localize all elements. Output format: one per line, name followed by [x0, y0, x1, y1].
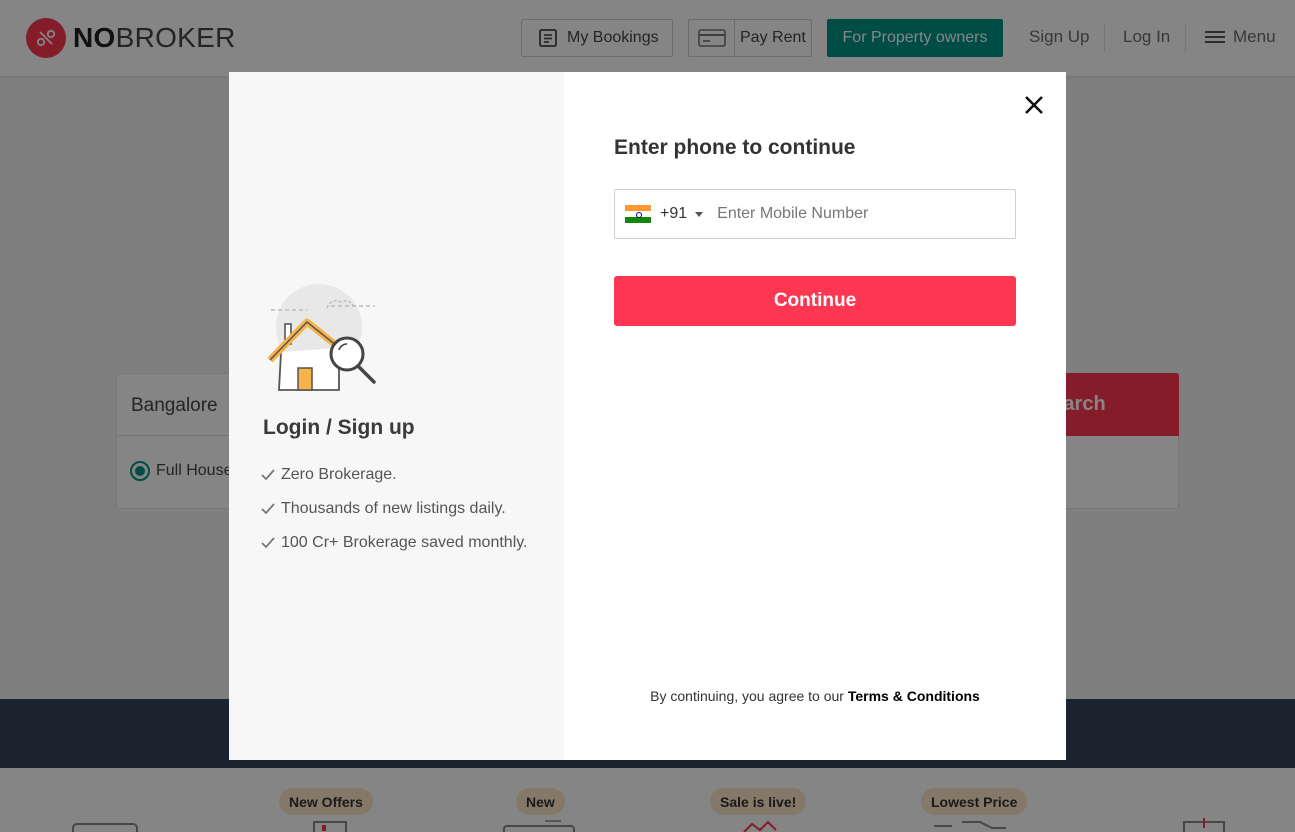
terms-prefix: By continuing, you agree to our [650, 688, 848, 704]
continue-button[interactable]: Continue [614, 276, 1016, 326]
house-search-illustration [267, 284, 376, 391]
terms-link[interactable]: Terms & Conditions [848, 688, 980, 704]
close-icon[interactable] [1022, 93, 1046, 117]
login-signup-heading: Login / Sign up [263, 416, 415, 439]
enter-phone-heading: Enter phone to continue [614, 136, 856, 159]
benefit-item: 100 Cr+ Brokerage saved monthly. [261, 526, 528, 560]
benefit-item: Thousands of new listings daily. [261, 492, 528, 526]
benefit-text: 100 Cr+ Brokerage saved monthly. [281, 534, 528, 551]
country-code-selector[interactable]: +91 [615, 190, 713, 238]
benefit-item: Zero Brokerage. [261, 458, 528, 492]
benefit-text: Zero Brokerage. [281, 466, 397, 483]
modal-info-panel: Login / Sign up Zero Brokerage. Thousand… [229, 72, 564, 760]
benefit-text: Thousands of new listings daily. [281, 500, 506, 517]
terms-notice: By continuing, you agree to our Terms & … [564, 688, 1066, 704]
phone-input-group: +91 [614, 189, 1016, 239]
mobile-number-input[interactable] [713, 190, 1015, 238]
checkmark-icon [261, 469, 275, 481]
modal-form-panel: Enter phone to continue +91 Continue By … [564, 72, 1066, 760]
benefits-list: Zero Brokerage. Thousands of new listing… [261, 458, 528, 560]
india-flag-icon [625, 205, 651, 223]
chevron-down-icon [695, 211, 704, 217]
login-modal: Login / Sign up Zero Brokerage. Thousand… [229, 72, 1066, 760]
country-dial-code: +91 [660, 205, 688, 222]
checkmark-icon [261, 503, 275, 515]
checkmark-icon [261, 537, 275, 549]
